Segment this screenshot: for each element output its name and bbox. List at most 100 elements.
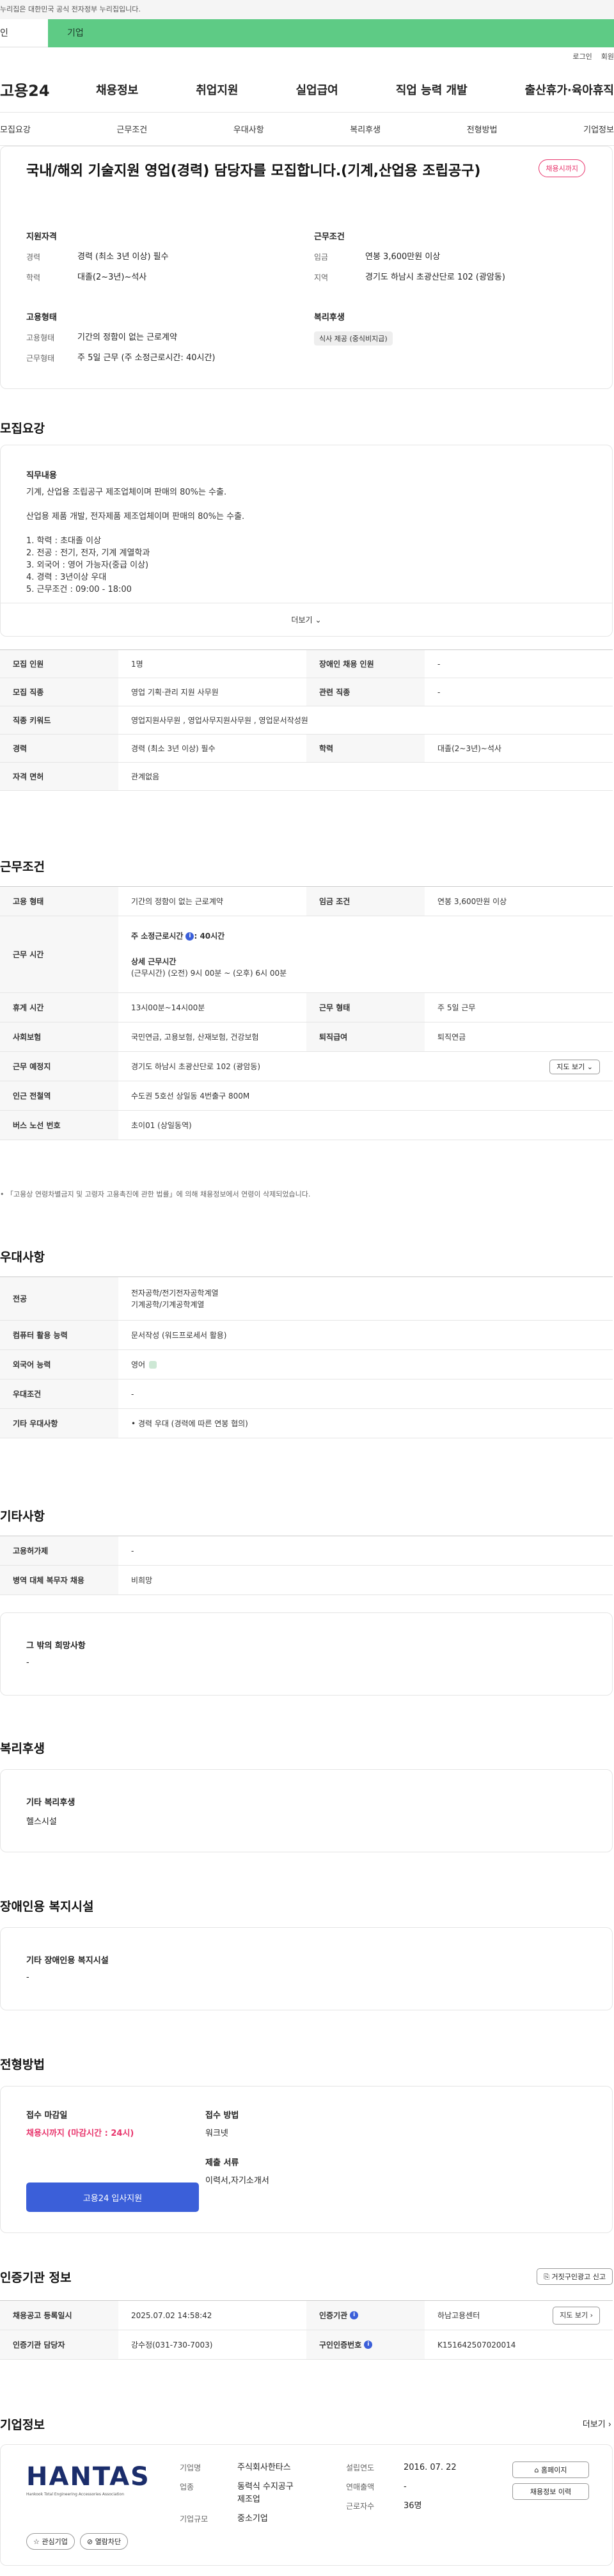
tab-personal[interactable]: 인 [0, 19, 48, 47]
table-row: 전공 전자공학/전기전자공학계열 기계공학/기계공학계열 [0, 1277, 613, 1321]
auth-section-title: 인증기관 정보 [0, 2271, 72, 2285]
level-icon[interactable] [149, 1361, 157, 1369]
signup-link[interactable]: 회원 [601, 47, 614, 67]
recruit-section-title: 모집요강 [0, 422, 45, 436]
gnb-jobs[interactable]: 채용정보 [96, 81, 138, 98]
table-value: - [437, 687, 441, 697]
map-button[interactable]: 지도 보기 ⌄ [549, 1059, 600, 1074]
work-table: 고용 형태 기간의 정함이 없는 근로계약 임금 조건 연봉 3,600만원 이… [0, 886, 613, 1140]
table-value: 초이01 (상일동역) [131, 1120, 192, 1130]
table-value: 하남고용센터 지도 보기 › [425, 2306, 613, 2325]
table-value: 연봉 3,600만원 이상 [437, 896, 507, 906]
anchor-company[interactable]: 기업정보 [583, 123, 614, 135]
table-row: 기타 우대사항 • 경력 우대 (경력에 따른 연봉 협의) [0, 1409, 613, 1438]
gnb-parental-leave[interactable]: 출산휴가·육아휴직 [525, 81, 614, 98]
auth-org-value: 하남고용센터 [437, 2310, 480, 2320]
table-row: 컴퓨터 활용 능력 문서작성 (워드프로세서 활용) [0, 1321, 613, 1350]
anchor-process[interactable]: 전형방법 [467, 123, 498, 135]
qual-key: 경력 [26, 253, 41, 262]
anchor-welfare[interactable]: 복리후생 [350, 123, 381, 135]
table-value: 경기도 하남시 초광산단로 102 (광암동) [131, 1061, 261, 1071]
docs-label: 제출 서류 [205, 2158, 239, 2168]
table-row: 병역 대체 복무자 채용 비희망 [0, 1566, 613, 1595]
gnb-employment-support[interactable]: 취업지원 [196, 81, 238, 98]
table-row: 자격 면허 관계없음 [0, 763, 613, 791]
table-value: 영어 [118, 1359, 613, 1371]
main-nav: 고용24 채용정보 취업지원 실업급여 직업 능력 개발 출산휴가·육아휴직 [0, 67, 614, 113]
cond-value: 경기도 하남시 초광산단로 102 (광암동) [365, 273, 505, 282]
pref-section-title: 우대사항 [0, 1250, 45, 1264]
gov-banner: 누리집은 대한민국 공식 전자정부 누리집입니다. [0, 0, 614, 19]
company-logo-text: HANTAS [26, 2462, 150, 2492]
table-key: 임금 조건 [306, 887, 425, 916]
info-icon[interactable]: i [350, 2311, 359, 2319]
deadline-value: 채용시까지 (마감시간 : 24시) [26, 2129, 134, 2138]
site-logo[interactable]: 고용24 [0, 78, 96, 100]
company-logo: HANTAS Hankook Total Engineering Accesso… [26, 2461, 161, 2497]
hours-cell: 주 소정근로시간 i: 40시간 상세 근무시간 (근무시간) (오전) 9시 0… [118, 930, 613, 979]
login-link[interactable]: 로그인 [572, 47, 592, 67]
info-icon[interactable]: i [185, 932, 194, 941]
deadline-label: 접수 마감일 [26, 2111, 68, 2120]
report-button-label: 거짓구인광고 신고 [551, 2273, 606, 2281]
welfare-value: 헬스시설 [26, 1817, 57, 1827]
company-info-1: 기업명 주식회사한타스 업종 동력식 수지공구 제조업 기업규모 중소기업 [180, 2461, 294, 2525]
anchor-pref[interactable]: 우대사항 [233, 123, 264, 135]
job-history-button[interactable]: 채용정보 이력 [512, 2483, 589, 2500]
duty-line: 기계, 산업용 조립공구 제조업체이며 판매의 80%는 수출. [26, 488, 227, 497]
age-notice: • 「고용상 연령차별금지 및 고령자 고용촉진에 관한 법률」에 의해 채용정… [0, 1190, 311, 1198]
util-links: 로그인 회원 [0, 47, 614, 67]
table-key: 근무 시간 [0, 916, 118, 992]
gnb-unemployment-benefit[interactable]: 실업급여 [296, 81, 338, 98]
report-button[interactable]: ⎘ 거짓구인광고 신고 [537, 2268, 613, 2285]
block-icon: ⊘ [86, 2538, 93, 2546]
chevron-down-icon: ⌄ [315, 615, 322, 624]
auth-map-button[interactable]: 지도 보기 › [553, 2306, 600, 2325]
company-key: 기업규모 [180, 2515, 209, 2524]
table-value: 영업 기획·관리 지원 사무원 [131, 688, 219, 697]
company-more-link[interactable]: 더보기 › [583, 2417, 611, 2429]
etc-extra-box: 그 밖의 희망사항 - [0, 1612, 613, 1696]
industry-2: 제조업 [237, 2495, 260, 2504]
table-row: 모집 직종 영업 기획·관리 지원 사무원 관련 직종 - [0, 678, 613, 706]
tab-corporate[interactable]: 기업 [48, 19, 614, 47]
table-row: 사회보험 국민연금, 고용보험, 산재보험, 건강보험 퇴직급여 퇴직연금 [0, 1022, 613, 1052]
etc-table: 고용허가제 - 병역 대체 복무자 채용 비희망 [0, 1536, 613, 1595]
table-value: - [131, 1546, 134, 1555]
cond-key: 임금 [314, 253, 329, 262]
anchor-recruit[interactable]: 모집요강 [0, 123, 31, 135]
site-tabs: 인 기업 [0, 19, 614, 47]
table-value: 강수정(031-730-7003) [131, 2341, 213, 2349]
company-value: 중소기업 [237, 2514, 268, 2524]
chevron-down-icon: ⌄ [586, 1062, 593, 1071]
table-key: 인증기관 i [306, 2301, 425, 2330]
interest-button[interactable]: ☆ 관심기업 [26, 2533, 75, 2550]
apply-button[interactable]: 고용24 입사지원 [26, 2182, 199, 2212]
company-key: 근로자수 [346, 2502, 375, 2511]
table-key: 기타 우대사항 [0, 1409, 118, 1438]
block-button[interactable]: ⊘ 열람차단 [79, 2533, 129, 2550]
chevron-right-icon: › [590, 2310, 593, 2319]
table-row: 근무 시간 주 소정근로시간 i: 40시간 상세 근무시간 (근무시간) (오전… [0, 916, 613, 993]
work-section-title: 근무조건 [0, 860, 45, 874]
table-value: K151642507020014 [437, 2340, 516, 2349]
more-button[interactable]: 더보기 ⌄ [1, 603, 612, 636]
homepage-button[interactable]: ⌂ 홈페이지 [512, 2461, 589, 2478]
auth-no-label: 구인인증번호 [319, 2341, 362, 2349]
duty-line [26, 498, 244, 511]
table-key: 외국어 능력 [0, 1350, 118, 1379]
info-icon[interactable]: i [364, 2341, 373, 2349]
anchor-work[interactable]: 근무조건 [116, 123, 147, 135]
company-value: 동력식 수지공구 제조업 [237, 2481, 294, 2506]
welfare-group: 복리후생 식사 제공 (중식비지급) [314, 310, 595, 346]
company-value: 주식회사한타스 [237, 2463, 291, 2472]
table-key: 우대조건 [0, 1379, 118, 1408]
company-value: 36명 [404, 2501, 422, 2511]
duty-line: 4. 경력 : 3년이상 우대 [26, 573, 107, 582]
table-row: 버스 노선 번호 초이01 (상일동역) [0, 1111, 613, 1140]
job-summary-card: 국내/해외 기술지원 영업(경력) 담당자를 모집합니다.(기계,산업용 조립공… [0, 146, 613, 389]
auth-map-label: 지도 보기 [560, 2310, 588, 2319]
gnb-training[interactable]: 직업 능력 개발 [396, 81, 468, 98]
type-title: 고용형태 [26, 313, 57, 322]
star-icon: ☆ [33, 2538, 40, 2546]
